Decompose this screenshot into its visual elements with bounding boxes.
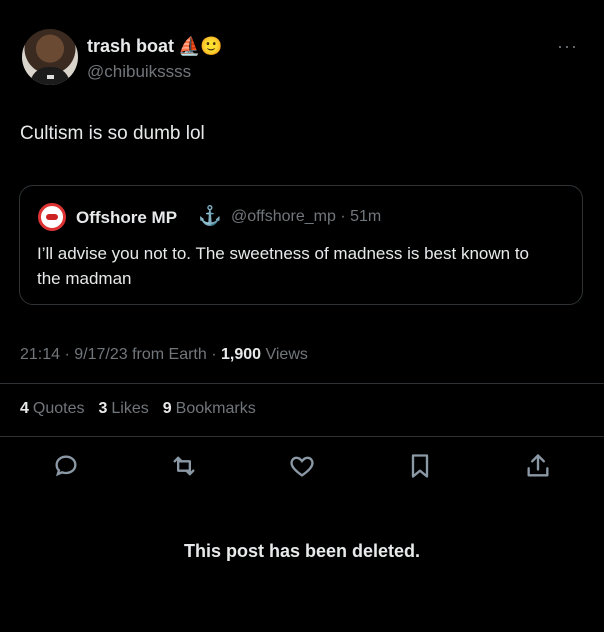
avatar-logo [47,75,54,79]
more-options-icon[interactable]: ··· [557,36,578,57]
repost-icon[interactable] [170,452,198,480]
anchor-icon: ⚓ [198,206,222,227]
share-icon[interactable] [524,452,552,480]
bookmarks-count: 9 [162,400,172,417]
views-label: Views [261,346,308,363]
views-count: 1,900 [221,346,262,363]
quoted-name: Offshore MP [76,208,178,227]
divider [0,383,604,384]
likes-label: Likes [111,400,149,417]
likes-count: 3 [98,400,108,417]
quoted-avatar [38,203,66,231]
author-emojis: ⛵🙂 [178,36,223,56]
reply-icon[interactable] [52,452,80,480]
divider [0,436,604,437]
likes-stat[interactable]: 3 Likes [99,400,149,418]
quoted-text: I’ll advise you not to. The sweetness of… [37,244,530,288]
quotes-count: 4 [20,400,29,417]
quotes-label: Quotes [32,400,85,417]
author-name-text: trash boat [87,36,175,56]
quotes-stat[interactable]: 4 Quotes [20,400,85,418]
deleted-notice: This post has been deleted. [183,541,421,561]
tweet-text: Cultism is so dumb lol [20,123,205,144]
timestamp-text: 21:14 · 9/17/23 from Earth · [20,346,221,363]
bookmark-icon[interactable] [406,452,434,480]
bookmarks-label: Bookmarks [175,400,256,417]
like-icon[interactable] [288,452,316,480]
author-handle[interactable]: @chibuikssss [87,62,191,82]
avatar[interactable] [22,29,78,85]
post-timestamp: 21:14 · 9/17/23 from Earth · 1,900 Views [20,346,308,364]
author-name[interactable]: trash boat ⛵🙂 [87,36,223,57]
quoted-handle-time: @offshore_mp · 51m [231,208,382,225]
bookmarks-stat[interactable]: 9 Bookmarks [163,400,256,418]
engagement-stats: 4 Quotes 3 Likes 9 Bookmarks [20,400,256,418]
action-bar [52,452,552,480]
